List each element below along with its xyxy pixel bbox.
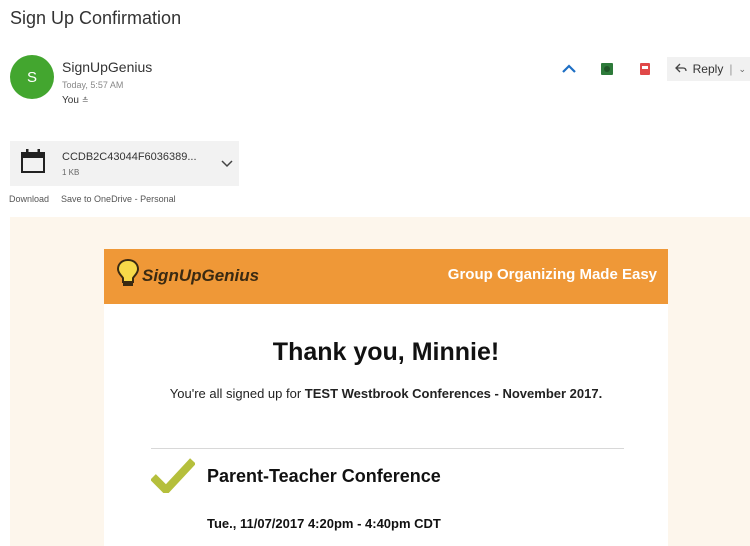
signup-summary: You're all signed up for TEST Westbrook … (104, 386, 668, 401)
signup-event-name: TEST Westbrook Conferences - November 20… (304, 386, 603, 401)
reply-label: Reply (692, 62, 724, 76)
evernote-addin-icon[interactable] (599, 61, 615, 77)
sender-avatar[interactable]: S (10, 55, 54, 99)
attachment-menu-icon[interactable] (221, 155, 233, 173)
collapse-icon[interactable] (561, 61, 577, 77)
lightbulb-icon (116, 258, 140, 293)
attachment-size: 1 KB (62, 168, 80, 177)
email-subject: Sign Up Confirmation (10, 8, 182, 28)
attachment-links: Download Save to OneDrive - Personal (9, 194, 176, 204)
recipient-name: You (62, 95, 79, 106)
expand-recipients-icon[interactable]: ≛ (82, 96, 89, 105)
thank-you-heading: Thank you, Minnie! (272, 338, 500, 366)
message-actions: Reply | ⌄ (561, 57, 750, 81)
attachment-filename: CCDB2C43044F6036389... (62, 151, 197, 163)
signupgenius-logo[interactable]: SignUpGenius (116, 258, 259, 293)
addin-red-icon[interactable] (637, 61, 653, 77)
reply-dropdown-icon[interactable]: ⌄ (738, 64, 746, 75)
sent-time: Today, 5:57 AM (62, 80, 124, 90)
banner-tagline: Group Organizing Made Easy (447, 266, 657, 283)
save-to-onedrive-link[interactable]: Save to OneDrive - Personal (61, 194, 176, 204)
reply-button[interactable]: Reply | ⌄ (666, 57, 750, 81)
content-divider (151, 448, 624, 449)
signup-summary-prefix: You're all signed up for (169, 386, 305, 401)
attachment-card[interactable]: CCDB2C43044F6036389... 1 KB (10, 141, 239, 186)
logo-text: SignUpGenius (142, 265, 260, 285)
reply-separator: | (729, 62, 733, 76)
sender-name[interactable]: SignUpGenius (62, 59, 152, 75)
recipient-line[interactable]: You ≛ (62, 95, 89, 106)
download-link[interactable]: Download (9, 194, 49, 204)
checkmark-icon (150, 455, 196, 498)
event-title: Parent-Teacher Conference (207, 466, 441, 486)
calendar-icon (20, 148, 46, 179)
event-time: Tue., 11/07/2017 4:20pm - 4:40pm CDT (207, 516, 441, 531)
reply-icon (674, 62, 687, 76)
